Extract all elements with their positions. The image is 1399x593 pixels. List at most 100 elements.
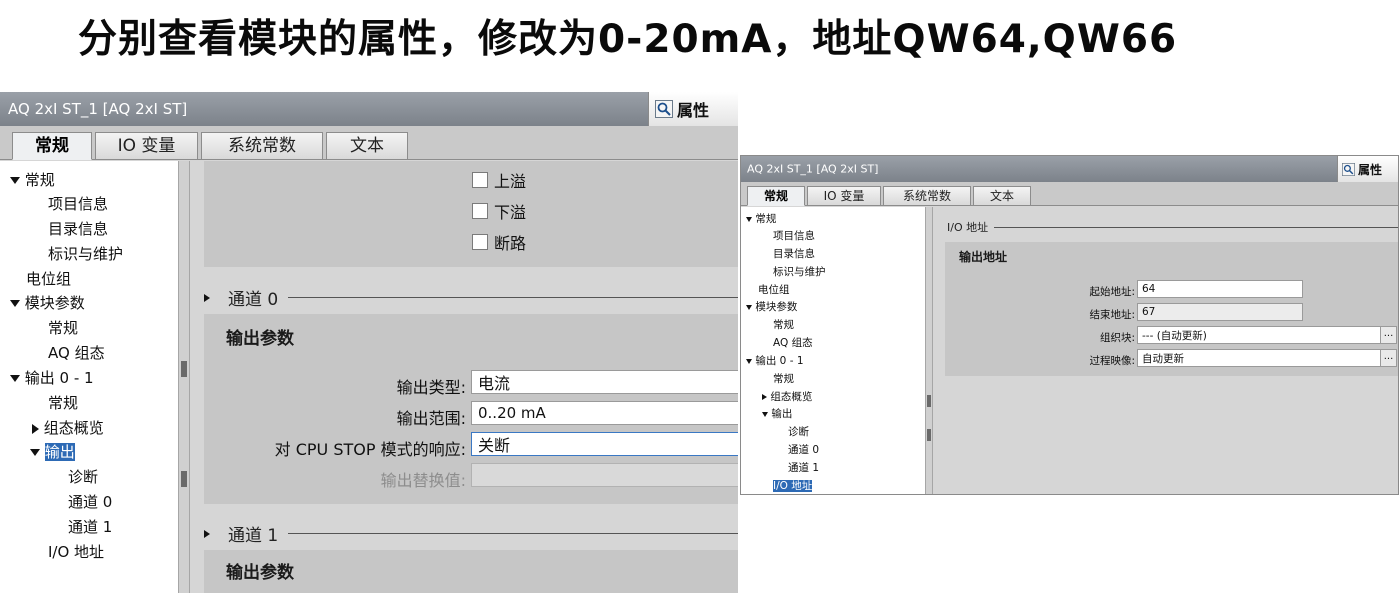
tree-item-catalog-info[interactable]: 目录信息: [773, 246, 815, 261]
tree-item-aq-config[interactable]: AQ 组态: [773, 335, 813, 350]
triangle-down-icon: [10, 177, 20, 184]
diagnostics-section: 上溢 下溢 断路: [204, 161, 738, 267]
tree-item-channel-0[interactable]: 通道 0: [788, 442, 819, 457]
left-tab-texts[interactable]: 文本: [326, 132, 408, 160]
tree-item-potential-group[interactable]: 电位组: [26, 268, 71, 289]
checkbox-box: [472, 203, 488, 219]
cpu-stop-reaction-field[interactable]: 关断: [471, 432, 738, 456]
triangle-down-icon: [746, 358, 752, 364]
tree-item-io-address[interactable]: I/O 地址: [48, 541, 104, 562]
tree-item-general[interactable]: 常规: [10, 169, 55, 190]
headline: 分别查看模块的属性，修改为0-20mA，地址QW64,QW66: [78, 17, 1178, 62]
triangle-right-icon: [32, 423, 39, 434]
checkbox-box: [472, 172, 488, 188]
left-content-area: 上溢 下溢 断路 通道 0 输出参数 输出类型: 电流 输出范围: 0..20 …: [190, 161, 738, 593]
triangle-down-icon: [746, 216, 752, 222]
tree-item-output[interactable]: 输出: [762, 406, 792, 421]
tree-item-module-general[interactable]: 常规: [773, 317, 794, 332]
left-splitter[interactable]: [178, 161, 190, 593]
output-params-heading: 输出参数: [226, 329, 294, 349]
wire-break-checkbox[interactable]: 断路: [472, 230, 526, 254]
output-address-section: 输出地址 起始地址: 64 结束地址: 67 组织块: --- (自动更新)..…: [945, 242, 1398, 376]
tree-item-identification[interactable]: 标识与维护: [48, 243, 123, 264]
tree-item-project-info[interactable]: 项目信息: [773, 228, 815, 243]
channel-1-header[interactable]: 通道 1: [204, 521, 738, 546]
left-tab-io-tags[interactable]: IO 变量: [95, 132, 198, 160]
output-type-field[interactable]: 电流: [471, 370, 738, 394]
left-properties-label: 属性: [677, 101, 710, 120]
right-tab-system-constants[interactable]: 系统常数: [883, 186, 971, 206]
right-properties-label: 属性: [1358, 162, 1383, 177]
splitter-arrow-icon: [181, 471, 187, 487]
triangle-down-icon: [746, 304, 752, 310]
browse-button[interactable]: ...: [1380, 327, 1396, 343]
tree-item-channel-1[interactable]: 通道 1: [788, 460, 819, 475]
left-properties-panel: AQ 2xI ST_1 [AQ 2xI ST] 属性 常规 IO 变量 系统常数…: [0, 92, 738, 593]
tree-item-config-overview[interactable]: 组态概览: [762, 389, 812, 404]
tree-item-channel-1[interactable]: 通道 1: [68, 516, 112, 537]
underflow-checkbox[interactable]: 下溢: [472, 199, 526, 223]
checkbox-box: [472, 234, 488, 250]
tree-item-aq-config[interactable]: AQ 组态: [48, 342, 105, 363]
right-splitter[interactable]: [925, 207, 933, 494]
left-tab-system-constants[interactable]: 系统常数: [201, 132, 323, 160]
magnifier-icon: [655, 100, 673, 118]
right-properties-panel: AQ 2xI ST_1 [AQ 2xI ST] 属性 常规 IO 变量 系统常数…: [740, 155, 1399, 495]
end-address-label: 结束地址:: [1089, 309, 1135, 321]
right-tab-general[interactable]: 常规: [747, 186, 805, 206]
tree-item-channel-0[interactable]: 通道 0: [68, 491, 112, 512]
tree-item-general[interactable]: 常规: [746, 211, 776, 226]
output-address-heading: 输出地址: [959, 250, 1008, 264]
triangle-right-icon: [762, 394, 767, 400]
left-properties-tab[interactable]: 属性: [648, 92, 738, 126]
process-image-field[interactable]: 自动更新...: [1137, 349, 1397, 367]
triangle-down-icon: [762, 411, 768, 417]
tree-item-catalog-info[interactable]: 目录信息: [48, 218, 108, 239]
output-type-label: 输出类型:: [396, 378, 466, 397]
substitute-value-field: [471, 463, 738, 487]
left-tab-bar: 常规 IO 变量 系统常数 文本: [0, 126, 738, 160]
cpu-stop-reaction-label: 对 CPU STOP 模式的响应:: [274, 440, 466, 459]
left-tab-general[interactable]: 常规: [12, 132, 92, 160]
tree-item-module-params[interactable]: 模块参数: [746, 299, 797, 314]
end-address-field: 67: [1137, 303, 1303, 321]
tree-item-output-0-1[interactable]: 输出 0 - 1: [746, 353, 804, 368]
tree-item-module-general[interactable]: 常规: [48, 317, 78, 338]
overflow-checkbox[interactable]: 上溢: [472, 168, 526, 192]
tree-item-output[interactable]: 输出: [30, 441, 75, 462]
splitter-arrow-icon: [927, 395, 931, 407]
process-image-label: 过程映像:: [1089, 355, 1135, 367]
left-module-title: AQ 2xI ST_1 [AQ 2xI ST]: [8, 100, 188, 118]
tree-item-potential-group[interactable]: 电位组: [758, 282, 790, 297]
start-address-field[interactable]: 64: [1137, 280, 1303, 298]
tree-item-config-overview[interactable]: 组态概览: [32, 417, 104, 438]
output-params-heading-2: 输出参数: [226, 563, 294, 583]
triangle-down-icon: [30, 449, 40, 456]
tree-item-project-info[interactable]: 项目信息: [48, 193, 108, 214]
left-nav-tree: 常规 项目信息 目录信息 标识与维护 电位组 模块参数 常规 AQ 组态 输出 …: [0, 161, 178, 593]
channel-0-header[interactable]: 通道 0: [204, 285, 738, 310]
organization-block-label: 组织块:: [1099, 332, 1135, 344]
tree-item-diagnostics[interactable]: 诊断: [788, 424, 809, 439]
io-address-header[interactable]: I/O 地址: [947, 219, 1398, 235]
substitute-value-label: 输出替换值:: [380, 471, 466, 490]
organization-block-field[interactable]: --- (自动更新)...: [1137, 326, 1397, 344]
right-module-title: AQ 2xI ST_1 [AQ 2xI ST]: [747, 162, 879, 176]
right-tab-texts[interactable]: 文本: [973, 186, 1031, 206]
tree-item-identification[interactable]: 标识与维护: [773, 264, 826, 279]
tree-item-io-address[interactable]: I/O 地址: [773, 478, 813, 493]
right-content-area: I/O 地址 输出地址 起始地址: 64 结束地址: 67 组织块: --- (…: [933, 207, 1398, 494]
browse-button[interactable]: ...: [1380, 350, 1396, 366]
right-properties-tab[interactable]: 属性: [1337, 156, 1398, 182]
left-titlebar: AQ 2xI ST_1 [AQ 2xI ST] 属性: [0, 92, 738, 126]
right-tab-io-tags[interactable]: IO 变量: [807, 186, 881, 206]
tree-item-diagnostics[interactable]: 诊断: [68, 466, 98, 487]
tree-item-output-general[interactable]: 常规: [48, 392, 78, 413]
magnifier-icon: [1342, 162, 1355, 176]
right-nav-tree: 常规 项目信息 目录信息 标识与维护 电位组 模块参数 常规 AQ 组态 输出 …: [741, 207, 925, 494]
channel-0-output-params: 输出参数 输出类型: 电流 输出范围: 0..20 mA 对 CPU STOP …: [204, 314, 738, 504]
tree-item-output-0-1[interactable]: 输出 0 - 1: [10, 367, 94, 388]
tree-item-module-params[interactable]: 模块参数: [10, 292, 85, 313]
output-range-field[interactable]: 0..20 mA: [471, 401, 738, 425]
tree-item-output-general[interactable]: 常规: [773, 371, 794, 386]
